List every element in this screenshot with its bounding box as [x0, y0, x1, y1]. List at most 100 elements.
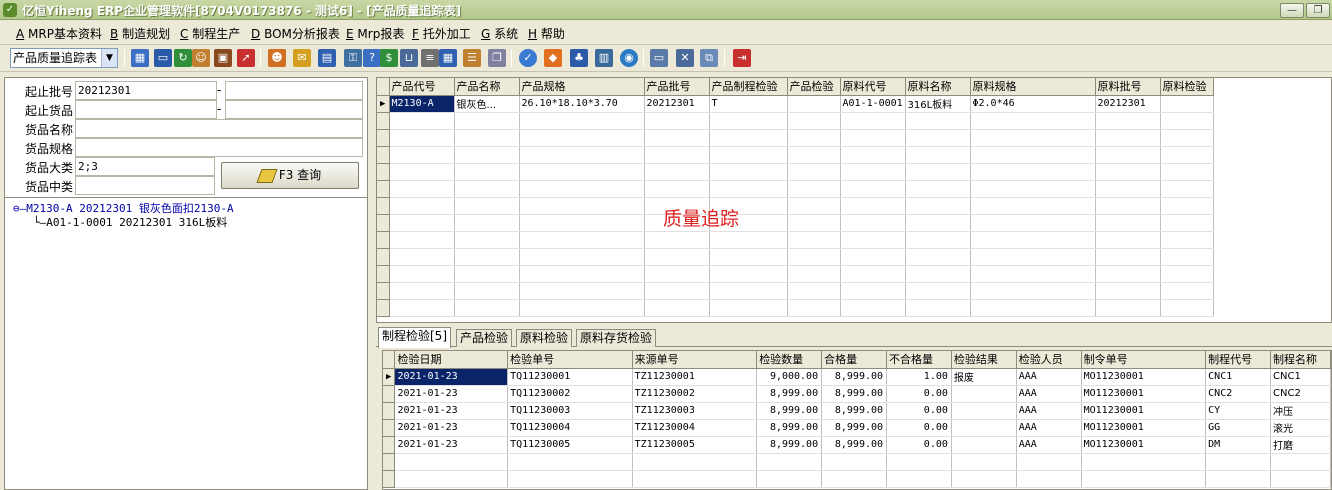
table-row[interactable]: 2021-01-23 TQ11230002 TZ11230002 8,999.00 8,… [383, 385, 1331, 403]
briefcase-icon[interactable]: ▣ [214, 49, 232, 67]
tab-process-inspection[interactable]: 制程检验[5] [378, 327, 451, 348]
table-cell[interactable]: MO11230001 [1081, 402, 1207, 420]
query-button[interactable]: F3 查询 [221, 162, 359, 189]
table-cell[interactable]: TZ11230004 [632, 419, 758, 437]
table-cell[interactable]: 2021-01-23 [394, 402, 509, 420]
users-icon[interactable]: ☺ [192, 49, 210, 67]
folder-users-icon[interactable]: ☻ [268, 49, 286, 67]
table-cell[interactable]: 2021-01-23 [394, 368, 509, 386]
calculator-icon[interactable]: ▦ [439, 49, 457, 67]
column-header[interactable]: 原料名称 [905, 78, 971, 96]
menu-manufacturing-plan[interactable]: B 制造规划 [110, 25, 170, 42]
category-major-field[interactable]: 2;3 [75, 157, 215, 176]
tab-material-stock-inspection[interactable]: 原料存货检验 [576, 329, 657, 347]
table-cell[interactable]: CNC2 [1205, 385, 1272, 403]
table-cell[interactable]: TZ11230001 [632, 368, 758, 386]
column-header[interactable]: 原料批号 [1095, 78, 1161, 96]
table-row[interactable]: ▶ 2021-01-23 TQ11230001 TZ11230001 9,000.00 8… [383, 368, 1331, 386]
table-cell[interactable]: M2130-A [389, 95, 455, 113]
table-cell[interactable]: 8,999.00 [756, 419, 823, 437]
document-icon[interactable]: ▤ [318, 49, 336, 67]
table-cell[interactable]: 8,999.00 [756, 385, 823, 403]
table-row[interactable]: 2021-01-23 TQ11230003 TZ11230003 8,999.00 8,… [383, 402, 1331, 420]
menu-bom-reports[interactable]: D BOM分析报表 [251, 25, 340, 42]
column-header[interactable]: 产品规格 [519, 78, 645, 96]
key-icon[interactable]: ⚿ [344, 49, 362, 67]
category-mid-field[interactable] [75, 176, 215, 195]
table-cell[interactable]: TQ11230003 [507, 402, 633, 420]
export-icon[interactable]: ➚ [237, 49, 255, 67]
table-cell[interactable]: Φ2.0*46 [970, 95, 1096, 113]
menu-help[interactable]: H 帮助 [528, 25, 565, 42]
table-cell[interactable]: 8,999.00 [821, 419, 888, 437]
table-cell[interactable]: TZ11230005 [632, 436, 758, 454]
table-cell[interactable]: 0.00 [886, 402, 952, 420]
table-row[interactable]: ▶ M2130-A 银灰色... 26.10*18.10*3.70 202123… [377, 95, 1214, 113]
table-cell[interactable]: 2021-01-23 [394, 419, 509, 437]
table-cell[interactable]: 8,999.00 [821, 385, 888, 403]
goods-spec-field[interactable] [75, 138, 363, 157]
table-cell[interactable]: 滚光 [1270, 419, 1331, 437]
tree-node-child[interactable]: └—A01-1-0001 20212301 316L板料 [33, 214, 227, 230]
column-header[interactable]: 原料规格 [970, 78, 1096, 96]
table-cell[interactable]: TQ11230001 [507, 368, 633, 386]
table-cell[interactable]: DM [1205, 436, 1272, 454]
check-icon[interactable]: ✓ [519, 49, 537, 67]
table-cell[interactable]: MO11230001 [1081, 385, 1207, 403]
table-cell[interactable]: CNC1 [1205, 368, 1272, 386]
column-header[interactable]: 检验日期 [394, 351, 509, 369]
table-cell[interactable]: MO11230001 [1081, 368, 1207, 386]
table-cell[interactable] [1160, 95, 1214, 113]
table-cell[interactable]: TZ11230002 [632, 385, 758, 403]
dollar-icon[interactable]: $ [380, 49, 398, 67]
table-cell[interactable]: TZ11230003 [632, 402, 758, 420]
globe-icon[interactable]: ◉ [620, 49, 638, 67]
column-header[interactable]: 检验单号 [507, 351, 633, 369]
column-header[interactable]: 产品名称 [454, 78, 520, 96]
table-cell[interactable]: 8,999.00 [821, 402, 888, 420]
column-header[interactable]: 产品检验 [787, 78, 841, 96]
table-cell[interactable]: T [709, 95, 788, 113]
refresh-icon[interactable]: ↻ [174, 49, 192, 67]
table-cell[interactable]: A01-1-0001 [840, 95, 906, 113]
tab-product-inspection[interactable]: 产品检验 [456, 329, 513, 347]
question-icon[interactable]: ? [363, 49, 381, 67]
table-cell[interactable]: 8,999.00 [756, 402, 823, 420]
column-header[interactable]: 检验人员 [1016, 351, 1082, 369]
table-cell[interactable]: MO11230001 [1081, 419, 1207, 437]
table-cell[interactable]: TQ11230002 [507, 385, 633, 403]
table-cell[interactable] [951, 419, 1017, 437]
list-icon[interactable]: ≡ [421, 49, 439, 67]
tree-icon[interactable]: ♣ [570, 49, 588, 67]
restore-button[interactable]: ❐ [1306, 3, 1330, 18]
table-cell[interactable]: GG [1205, 419, 1272, 437]
menu-mrp-reports[interactable]: E Mrp报表 [346, 25, 404, 42]
table-cell[interactable]: AAA [1016, 419, 1082, 437]
column-header[interactable]: 原料检验 [1160, 78, 1214, 96]
start-goods-from-field[interactable] [75, 100, 217, 119]
table-cell[interactable]: 2021-01-23 [394, 385, 509, 403]
minimize-button[interactable]: — [1280, 3, 1304, 18]
table-cell[interactable]: CNC2 [1270, 385, 1331, 403]
table-cell[interactable]: 报废 [951, 368, 1017, 386]
start-goods-to-field[interactable] [225, 100, 363, 119]
tree-expander-icon[interactable]: ⊖— [13, 202, 26, 215]
window-icon[interactable]: ▭ [650, 49, 668, 67]
column-header[interactable]: 产品批号 [644, 78, 710, 96]
table-cell[interactable]: 2021-01-23 [394, 436, 509, 454]
column-header[interactable]: 原料代号 [840, 78, 906, 96]
column-header[interactable]: 制令单号 [1081, 351, 1207, 369]
copy-icon[interactable]: ❐ [488, 49, 506, 67]
grid-icon[interactable]: ▦ [131, 49, 149, 67]
table-cell[interactable]: AAA [1016, 368, 1082, 386]
chevron-down-icon[interactable]: ▼ [101, 49, 117, 67]
database-icon[interactable]: ☰ [463, 49, 481, 67]
table-cell[interactable]: 1.00 [886, 368, 952, 386]
menu-mrp-basic[interactable]: A MRP基本资料 [16, 25, 102, 42]
table-cell[interactable] [951, 402, 1017, 420]
bell-icon[interactable]: ◆ [544, 49, 562, 67]
menu-process-production[interactable]: C 制程生产 [180, 25, 240, 42]
table-cell[interactable]: 银灰色... [454, 95, 520, 113]
table-cell[interactable]: AAA [1016, 385, 1082, 403]
table-cell[interactable] [951, 385, 1017, 403]
